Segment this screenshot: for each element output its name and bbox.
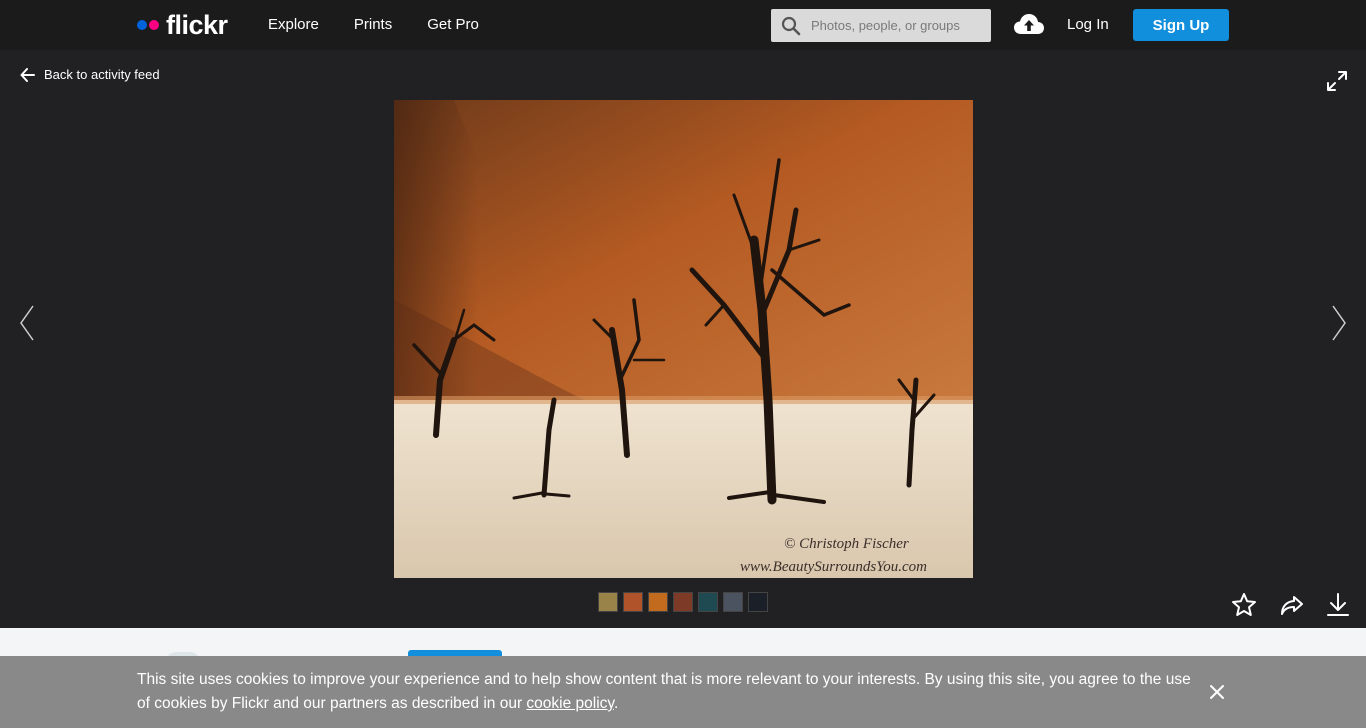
cookie-text: This site uses cookies to improve your e… bbox=[137, 671, 1191, 712]
main-photo[interactable]: © Christoph Fischer www.BeautySurroundsY… bbox=[394, 100, 973, 578]
thumbnail-2[interactable] bbox=[623, 592, 643, 612]
thumbnail-3[interactable] bbox=[648, 592, 668, 612]
thumbnail-5[interactable] bbox=[698, 592, 718, 612]
previous-photo-chevron-icon[interactable] bbox=[18, 305, 36, 346]
photo-watermark-copyright: © Christoph Fischer bbox=[784, 536, 909, 552]
nav-prints-link[interactable]: Prints bbox=[354, 15, 392, 35]
logo-blue-dot bbox=[137, 20, 147, 30]
thumbnail-7[interactable] bbox=[748, 592, 768, 612]
back-to-activity-feed-link[interactable]: Back to activity feed bbox=[20, 67, 160, 82]
upload-cloud-icon[interactable] bbox=[1013, 12, 1045, 41]
fullscreen-expand-icon[interactable] bbox=[1326, 70, 1348, 97]
photostream-thumbnails bbox=[598, 592, 773, 612]
dead-trees-desert-image bbox=[394, 100, 973, 578]
thumbnail-6[interactable] bbox=[723, 592, 743, 612]
logo-pink-dot bbox=[149, 20, 159, 30]
flickr-logo[interactable]: flickr bbox=[137, 10, 228, 40]
close-icon[interactable] bbox=[1208, 683, 1226, 706]
cookie-policy-link[interactable]: cookie policy bbox=[526, 695, 614, 712]
logo-text: flickr bbox=[166, 9, 228, 40]
nav-links: Explore Prints Get Pro bbox=[268, 15, 514, 35]
back-label: Back to activity feed bbox=[44, 67, 160, 82]
nav-explore-link[interactable]: Explore bbox=[268, 15, 319, 35]
favorite-star-icon[interactable] bbox=[1231, 592, 1257, 623]
arrow-left-icon bbox=[20, 67, 35, 82]
login-link[interactable]: Log In bbox=[1067, 15, 1109, 35]
nav-get-pro-link[interactable]: Get Pro bbox=[427, 15, 479, 35]
cookie-message: This site uses cookies to improve your e… bbox=[137, 668, 1197, 716]
next-photo-chevron-icon[interactable] bbox=[1330, 305, 1348, 346]
signup-button[interactable]: Sign Up bbox=[1133, 9, 1229, 41]
share-arrow-icon[interactable] bbox=[1279, 592, 1305, 623]
photo-watermark-url: www.BeautySurroundsYou.com bbox=[740, 559, 927, 575]
search-input[interactable] bbox=[811, 18, 981, 33]
download-icon[interactable] bbox=[1326, 592, 1350, 623]
thumbnail-4[interactable] bbox=[673, 592, 693, 612]
cookie-text-end: . bbox=[614, 695, 619, 712]
cookie-banner: This site uses cookies to improve your e… bbox=[0, 656, 1366, 728]
top-navigation: flickr Explore Prints Get Pro Log In Sig… bbox=[0, 0, 1366, 50]
search-box[interactable] bbox=[771, 9, 991, 42]
thumbnail-1[interactable] bbox=[598, 592, 618, 612]
search-icon bbox=[781, 16, 801, 35]
